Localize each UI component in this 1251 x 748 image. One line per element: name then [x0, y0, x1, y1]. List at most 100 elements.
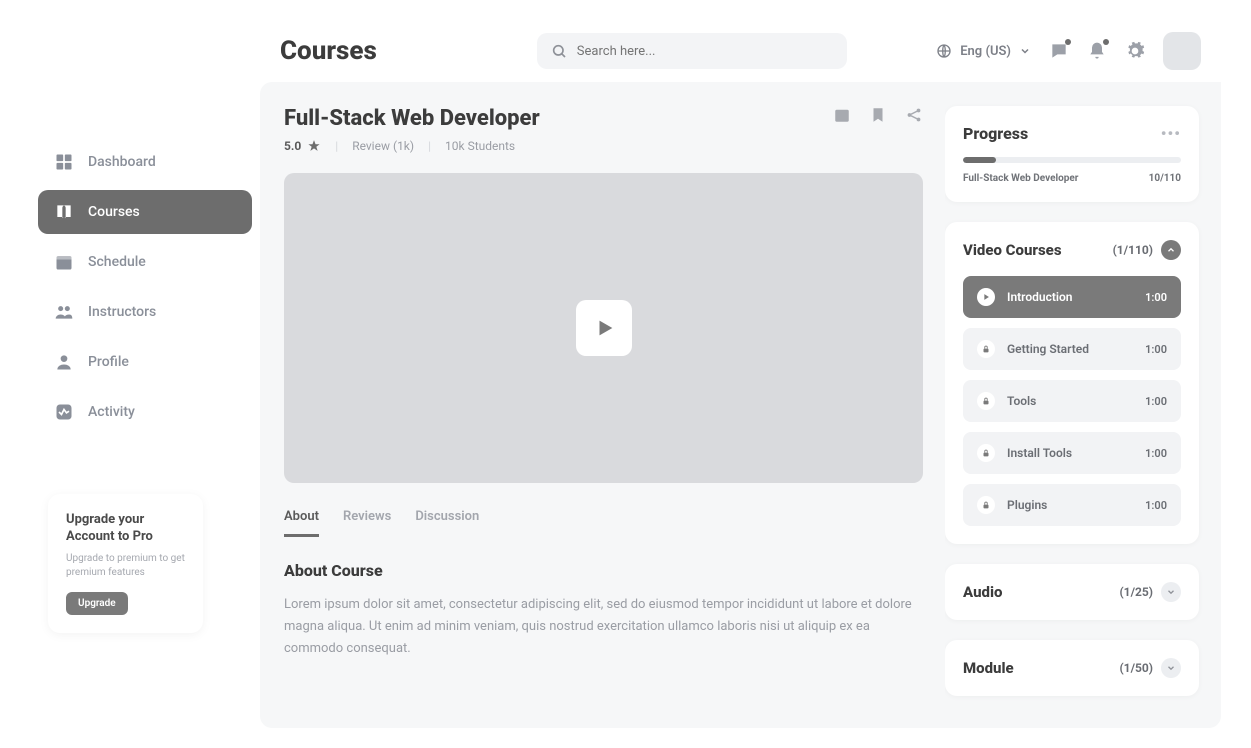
search-icon	[551, 43, 567, 59]
audio-title: Audio	[963, 583, 1002, 601]
sidebar-item-schedule[interactable]: Schedule	[38, 240, 252, 284]
calendar-action-icon[interactable]	[833, 106, 851, 124]
lock-icon	[977, 392, 995, 410]
lesson-item[interactable]: Tools 1:00	[963, 380, 1181, 422]
lesson-duration: 1:00	[1145, 291, 1167, 304]
sidebar-item-label: Courses	[88, 204, 140, 220]
users-icon	[54, 302, 74, 322]
lesson-item[interactable]: Getting Started 1:00	[963, 328, 1181, 370]
video-courses-card: Video Courses (1/110) Introduction 1:00	[945, 222, 1199, 544]
rating-value: 5.0	[284, 139, 301, 153]
module-count: (1/50)	[1119, 661, 1153, 675]
avatar[interactable]	[1163, 32, 1201, 70]
language-label: Eng (US)	[960, 44, 1011, 59]
play-button[interactable]	[576, 300, 632, 356]
calendar-icon	[54, 252, 74, 272]
search-box[interactable]	[537, 33, 847, 69]
lesson-title: Tools	[1007, 394, 1036, 408]
video-player[interactable]	[284, 173, 923, 483]
sidebar-item-profile[interactable]: Profile	[38, 340, 252, 384]
sidebar-item-label: Instructors	[88, 304, 156, 320]
progress-count: 10/110	[1149, 173, 1181, 184]
lesson-duration: 1:00	[1145, 395, 1167, 408]
audio-card: Audio (1/25)	[945, 564, 1199, 620]
messages-button[interactable]	[1049, 41, 1069, 61]
search-input[interactable]	[577, 44, 833, 59]
sidebar: Dashboard Courses Schedule Instructors P…	[30, 20, 260, 728]
tab-discussion[interactable]: Discussion	[415, 509, 479, 537]
sidebar-item-label: Activity	[88, 404, 135, 420]
expand-button[interactable]	[1161, 582, 1181, 602]
expand-button[interactable]	[1161, 658, 1181, 678]
tab-about[interactable]: About	[284, 509, 319, 537]
share-icon[interactable]	[905, 106, 923, 124]
play-circle-icon	[977, 288, 995, 306]
tab-reviews[interactable]: Reviews	[343, 509, 391, 537]
user-icon	[54, 352, 74, 372]
chevron-down-icon	[1019, 45, 1031, 57]
rating: 5.0	[284, 139, 321, 153]
sidebar-item-dashboard[interactable]: Dashboard	[38, 140, 252, 184]
notification-dot	[1065, 39, 1071, 45]
globe-icon	[936, 43, 952, 59]
lesson-item[interactable]: Introduction 1:00	[963, 276, 1181, 318]
module-card: Module (1/50)	[945, 640, 1199, 696]
module-title: Module	[963, 659, 1014, 677]
audio-count: (1/25)	[1119, 585, 1153, 599]
lessons-list: Introduction 1:00 Getting Started 1:00 T…	[963, 276, 1181, 526]
main: Courses Eng (US)	[260, 20, 1221, 728]
lock-icon	[977, 444, 995, 462]
about-heading: About Course	[284, 561, 923, 580]
sidebar-item-courses[interactable]: Courses	[38, 190, 252, 234]
upgrade-button[interactable]: Upgrade	[66, 592, 128, 615]
lesson-title: Install Tools	[1007, 446, 1072, 460]
lesson-item[interactable]: Install Tools 1:00	[963, 432, 1181, 474]
tabs: About Reviews Discussion	[284, 509, 923, 537]
page-title: Courses	[280, 36, 377, 66]
header-actions	[833, 106, 923, 124]
topbar-right: Eng (US)	[936, 32, 1201, 70]
settings-button[interactable]	[1125, 41, 1145, 61]
topbar: Courses Eng (US)	[260, 20, 1221, 82]
activity-icon	[54, 402, 74, 422]
nav: Dashboard Courses Schedule Instructors P…	[30, 140, 260, 434]
progress-bar-fill	[963, 157, 996, 163]
lesson-title: Getting Started	[1007, 342, 1089, 356]
lesson-title: Plugins	[1007, 498, 1047, 512]
book-icon	[54, 202, 74, 222]
more-icon[interactable]: •••	[1161, 124, 1181, 143]
collapse-button[interactable]	[1161, 240, 1181, 260]
language-selector[interactable]: Eng (US)	[936, 43, 1031, 59]
sidebar-item-label: Schedule	[88, 254, 146, 270]
play-icon	[594, 317, 616, 339]
grid-icon	[54, 152, 74, 172]
right-panel: Progress ••• Full-Stack Web Developer 10…	[945, 82, 1221, 728]
sidebar-item-instructors[interactable]: Instructors	[38, 290, 252, 334]
sidebar-item-activity[interactable]: Activity	[38, 390, 252, 434]
content: Full-Stack Web Developer 5.0 | Review (1…	[260, 82, 923, 728]
video-courses-title: Video Courses	[963, 241, 1062, 259]
notification-dot	[1103, 39, 1109, 45]
about-text: Lorem ipsum dolor sit amet, consectetur …	[284, 594, 923, 660]
upgrade-desc: Upgrade to premium to get premium featur…	[66, 552, 185, 580]
notifications-button[interactable]	[1087, 41, 1107, 61]
lesson-duration: 1:00	[1145, 343, 1167, 356]
progress-course-name: Full-Stack Web Developer	[963, 173, 1078, 184]
upgrade-title: Upgrade your Account to Pro	[66, 512, 185, 546]
progress-bar	[963, 157, 1181, 163]
about-section: About Course Lorem ipsum dolor sit amet,…	[284, 561, 923, 660]
upgrade-card: Upgrade your Account to Pro Upgrade to p…	[48, 494, 203, 633]
course-title: Full-Stack Web Developer	[284, 106, 540, 131]
lesson-duration: 1:00	[1145, 447, 1167, 460]
video-courses-count: (1/110)	[1113, 243, 1153, 257]
sidebar-item-label: Profile	[88, 354, 129, 370]
progress-title: Progress	[963, 124, 1028, 143]
lock-icon	[977, 496, 995, 514]
sidebar-item-label: Dashboard	[88, 154, 156, 170]
lock-icon	[977, 340, 995, 358]
lesson-item[interactable]: Plugins 1:00	[963, 484, 1181, 526]
lesson-duration: 1:00	[1145, 499, 1167, 512]
reviews-count: Review (1k)	[352, 139, 414, 153]
course-meta: 5.0 | Review (1k) | 10k Students	[284, 139, 540, 153]
bookmark-icon[interactable]	[869, 106, 887, 124]
